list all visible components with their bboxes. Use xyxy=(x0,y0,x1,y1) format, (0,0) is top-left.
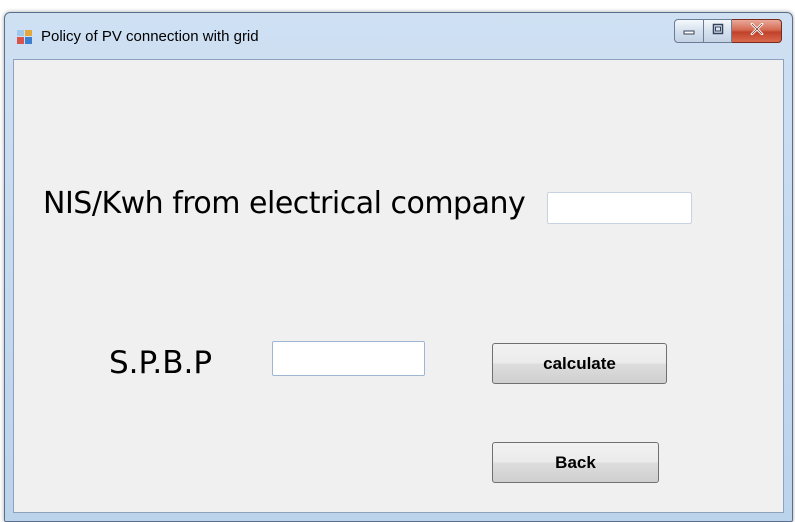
calculate-button[interactable]: calculate xyxy=(492,343,667,384)
window-title: Policy of PV connection with grid xyxy=(41,28,259,45)
close-icon xyxy=(750,22,764,40)
app-window: Policy of PV connection with grid NIS/Kw… xyxy=(4,12,793,522)
back-button[interactable]: Back xyxy=(492,442,659,483)
maximize-icon xyxy=(712,22,724,40)
maximize-button[interactable] xyxy=(704,19,732,43)
minimize-icon xyxy=(683,22,695,40)
spbp-input[interactable] xyxy=(272,341,425,376)
nis-kwh-label: NIS/Kwh from electrical company xyxy=(43,186,526,221)
form-body: NIS/Kwh from electrical company S.P.B.P … xyxy=(13,59,784,513)
title-bar[interactable]: Policy of PV connection with grid xyxy=(5,13,792,59)
app-form-icon xyxy=(17,29,33,45)
nis-kwh-input[interactable] xyxy=(547,192,692,224)
window-controls xyxy=(674,19,782,43)
spbp-label: S.P.B.P xyxy=(109,345,213,381)
close-button[interactable] xyxy=(732,19,782,43)
minimize-button[interactable] xyxy=(674,19,704,43)
